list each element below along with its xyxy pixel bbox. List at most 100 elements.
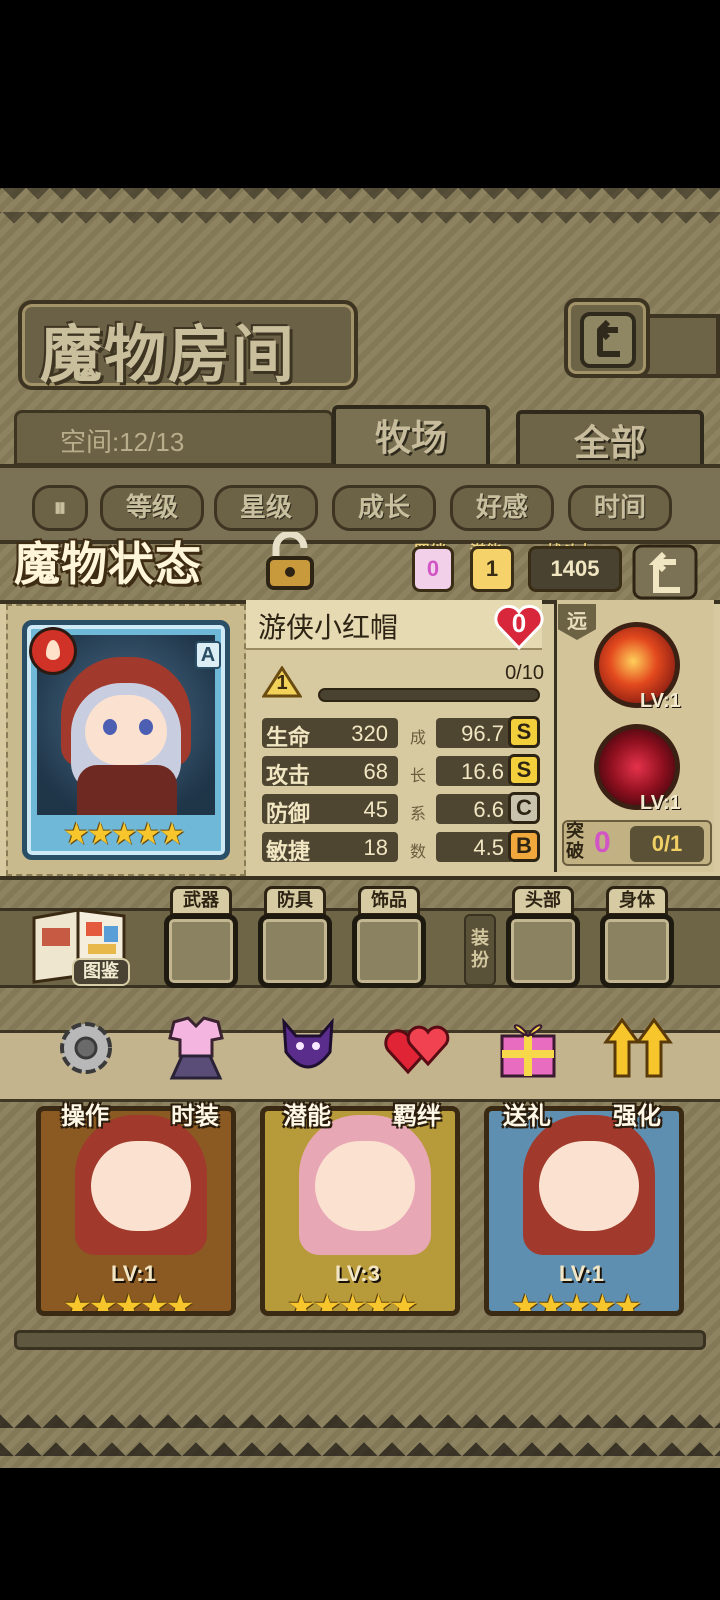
codex-label[interactable]: 图鉴 <box>72 958 130 986</box>
sort-time-button[interactable]: 时间 <box>568 485 672 531</box>
slot-label-armor: 防具 <box>264 886 326 916</box>
stat-label-defense: 防御 <box>266 802 311 827</box>
growth-value-hp: 96.7 <box>461 721 504 746</box>
gift-button[interactable]: 送礼 <box>482 1012 572 1130</box>
frame-bottom <box>14 1330 706 1350</box>
monster-portrait-card[interactable]: A ★★★★★ <box>22 620 230 860</box>
monster-stars: ★★★★★ <box>511 1287 642 1316</box>
growth-label-char: 系 <box>410 804 427 823</box>
stat-value-hp: 320 <box>351 721 388 746</box>
bond-label: 羁绊 <box>393 1101 441 1130</box>
breakthrough-label: 突破 <box>566 821 584 862</box>
stat-label-hp: 生命 <box>266 726 311 751</box>
monster-name: 游侠小红帽 <box>258 611 399 644</box>
slot-label-head: 头部 <box>512 886 574 916</box>
exp-bar <box>318 688 540 702</box>
torn-edge-top <box>0 188 720 228</box>
star-rating: ★★★★★ <box>63 817 185 852</box>
lock-icon[interactable] <box>262 532 318 592</box>
growth-value-agility: 4.5 <box>473 835 504 860</box>
growth-label-char: 长 <box>410 766 427 785</box>
slot-label-body: 身体 <box>606 886 668 916</box>
dress-up-button[interactable]: 装扮 <box>464 914 496 986</box>
monster-face <box>91 1141 191 1231</box>
page-title: 魔物房间 <box>40 318 297 391</box>
stat-value-defense: 45 <box>363 797 388 822</box>
stat-value-agility: 18 <box>363 835 388 860</box>
armor-slot[interactable] <box>258 914 332 988</box>
fashion-label: 时装 <box>171 1101 219 1130</box>
gift-label: 送礼 <box>503 1101 551 1130</box>
accessory-slot[interactable] <box>352 914 426 988</box>
stat-value-attack: 68 <box>363 759 388 784</box>
sort-affection-button[interactable]: 好感 <box>450 485 554 531</box>
up-arrows-icon <box>603 1017 673 1078</box>
grade-badge-defense: C <box>508 792 540 824</box>
space-capacity: 空间:12/13 <box>60 427 185 457</box>
monster-face <box>539 1141 639 1231</box>
character-eye <box>103 719 117 735</box>
slot-label-accessory: 饰品 <box>358 886 420 916</box>
gift-icon <box>500 1024 556 1078</box>
skill-2-level: LV:1 <box>640 792 681 814</box>
character-face <box>85 695 167 765</box>
bond-button[interactable]: 羁绊 <box>372 1012 462 1130</box>
monster-level-number: 1 <box>276 672 288 694</box>
back-button-extension <box>640 314 720 378</box>
slot-label-weapon: 武器 <box>170 886 232 916</box>
return-icon <box>580 312 636 368</box>
monster-stars: ★★★★★ <box>63 1287 194 1316</box>
status-title: 魔物状态 <box>14 537 202 591</box>
fire-element-icon <box>29 627 77 675</box>
monster-face <box>315 1141 415 1231</box>
growth-label-char: 成 <box>410 728 427 747</box>
enhance-button[interactable]: 强化 <box>592 1012 682 1130</box>
breakthrough-value: 0 <box>594 826 611 859</box>
rank-badge: A <box>195 641 221 669</box>
monster-card-3[interactable]: LV:1 ★★★★★ <box>484 1106 684 1316</box>
potential-value: 1 <box>470 546 514 592</box>
monster-level: LV:3 <box>335 1261 380 1286</box>
bond-value: 0 <box>412 546 454 592</box>
enhance-label: 强化 <box>613 1101 661 1130</box>
tab-ranch[interactable]: 牧场 <box>332 405 490 471</box>
monster-level: LV:1 <box>111 1261 156 1286</box>
monster-card-1[interactable]: LV:1 ★★★★★ <box>36 1106 236 1316</box>
weapon-slot[interactable] <box>164 914 238 988</box>
monster-level: LV:1 <box>559 1261 604 1286</box>
sort-star-button[interactable]: 星级 <box>214 485 318 531</box>
return-arrow-icon[interactable] <box>632 544 698 600</box>
torn-edge-bottom <box>0 1400 720 1468</box>
head-slot[interactable] <box>506 914 580 988</box>
operate-button[interactable]: 操作 <box>40 1012 130 1130</box>
affection-value: 0 <box>511 608 527 638</box>
operate-label: 操作 <box>61 1101 109 1130</box>
character-eye <box>139 719 153 735</box>
monster-card-2[interactable]: LV:3 ★★★★★ <box>260 1106 460 1316</box>
body-slot[interactable] <box>600 914 674 988</box>
outfit-icon <box>168 1016 224 1080</box>
exp-text: 0/10 <box>505 662 544 684</box>
potential-button[interactable]: 潜能 <box>262 1012 352 1130</box>
growth-label-char: 数 <box>410 842 427 861</box>
power-value: 1405 <box>528 546 622 592</box>
back-button[interactable] <box>564 298 650 378</box>
stat-label-agility: 敏捷 <box>266 840 311 865</box>
growth-value-defense: 6.6 <box>473 797 504 822</box>
potential-label: 潜能 <box>283 1101 331 1130</box>
fashion-button[interactable]: 时装 <box>150 1012 240 1130</box>
grade-badge-attack: S <box>508 754 540 786</box>
hearts-icon <box>384 1025 450 1075</box>
stat-label-attack: 攻击 <box>266 764 311 789</box>
breakthrough-progress: 0/1 <box>630 826 704 862</box>
character-body <box>77 765 177 815</box>
grade-badge-hp: S <box>508 716 540 748</box>
skill-1-level: LV:1 <box>640 690 681 712</box>
gear-icon <box>60 1022 112 1074</box>
sort-growth-button[interactable]: 成长 <box>332 485 436 531</box>
monster-stars: ★★★★★ <box>287 1287 418 1316</box>
shadow-demon-icon <box>282 1017 334 1069</box>
sort-order-icon[interactable]: ⏸ <box>32 485 88 531</box>
sort-level-button[interactable]: 等级 <box>100 485 204 531</box>
grade-badge-agility: B <box>508 830 540 862</box>
